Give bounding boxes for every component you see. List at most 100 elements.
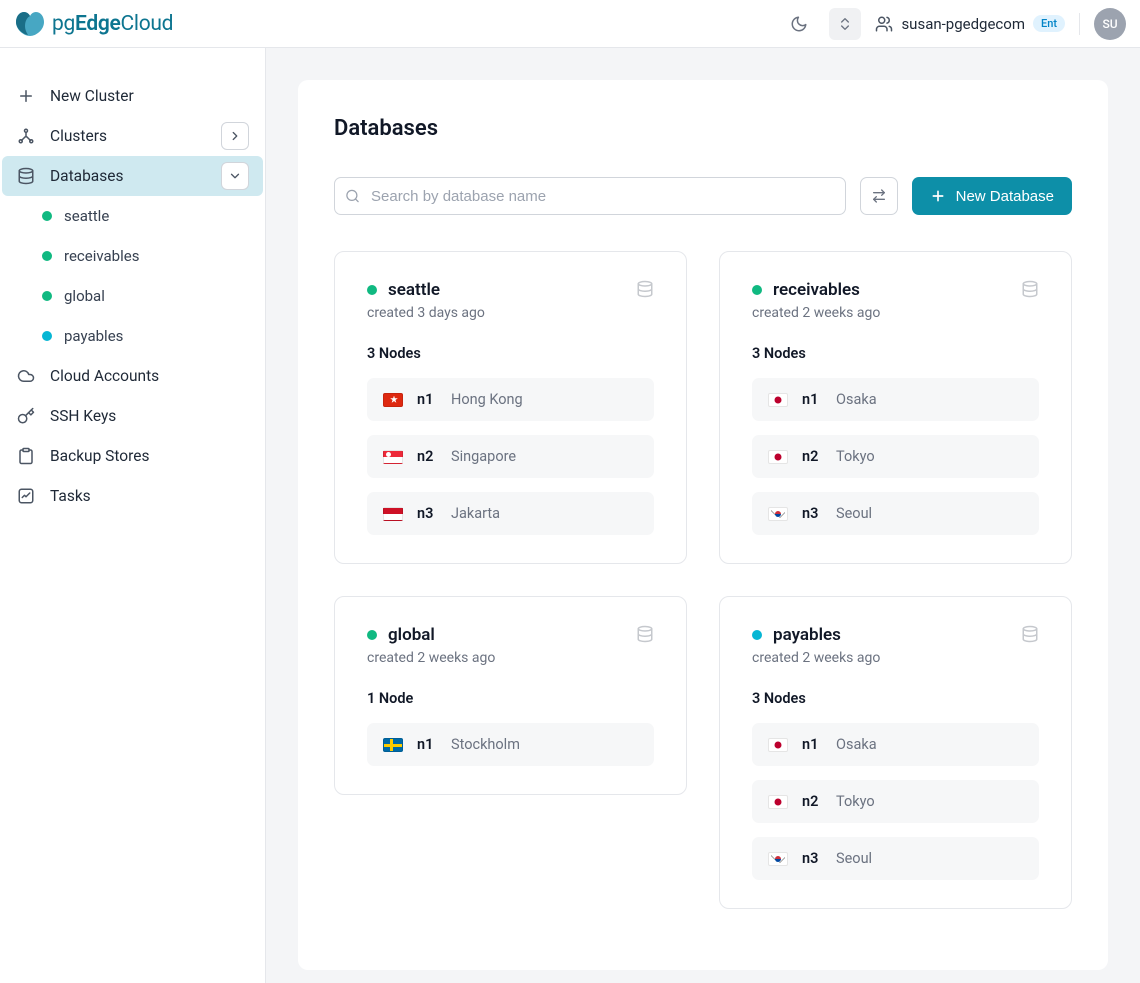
database-icon bbox=[636, 625, 654, 643]
org-switcher-button[interactable] bbox=[829, 8, 861, 40]
search-input[interactable] bbox=[334, 177, 846, 215]
database-card[interactable]: globalcreated 2 weeks ago1 Noden1Stockho… bbox=[334, 596, 687, 795]
database-name: receivables bbox=[773, 280, 860, 300]
sidebar-subitem-database[interactable]: global bbox=[28, 276, 265, 316]
database-icon bbox=[1021, 625, 1039, 643]
plan-badge: Ent bbox=[1033, 15, 1065, 32]
status-dot bbox=[752, 285, 762, 295]
logo-icon bbox=[14, 8, 46, 40]
sidebar-subitem-label: global bbox=[64, 287, 105, 305]
node-row[interactable]: n1Stockholm bbox=[367, 723, 654, 766]
user-menu[interactable]: susan-pgedgecom Ent bbox=[875, 15, 1065, 33]
status-dot bbox=[367, 630, 377, 640]
database-card-header: globalcreated 2 weeks ago bbox=[367, 625, 654, 666]
sidebar-item-ssh-keys[interactable]: SSH Keys bbox=[2, 396, 263, 436]
database-card[interactable]: receivablescreated 2 weeks ago3 Nodesn1O… bbox=[719, 251, 1072, 564]
node-row[interactable]: n3Jakarta bbox=[367, 492, 654, 535]
sidebar-item-backup-stores[interactable]: Backup Stores bbox=[2, 436, 263, 476]
divider bbox=[1079, 13, 1080, 35]
node-row[interactable]: n1 Hong Kong bbox=[367, 378, 654, 421]
database-card-header: seattlecreated 3 days ago bbox=[367, 280, 654, 321]
status-dot bbox=[42, 291, 52, 301]
node-row[interactable]: n3Seoul bbox=[752, 837, 1039, 880]
sidebar-item-label: Databases bbox=[50, 167, 207, 185]
database-card[interactable]: payablescreated 2 weeks ago 3 Nodes n1 Osak… bbox=[719, 596, 1072, 909]
sidebar-subitem-database[interactable]: receivables bbox=[28, 236, 265, 276]
node-location: Osaka bbox=[836, 391, 877, 408]
moon-icon bbox=[790, 15, 808, 33]
node-id: n1 bbox=[417, 736, 437, 753]
node-location: Seoul bbox=[836, 505, 872, 522]
sidebar-item-databases[interactable]: Databases bbox=[2, 156, 263, 196]
node-id: n3 bbox=[417, 505, 437, 522]
node-location: Hong Kong bbox=[451, 391, 523, 408]
node-row[interactable]: n1 Osaka bbox=[752, 378, 1039, 421]
flag-icon bbox=[768, 507, 788, 521]
nodes-count-label: 3 Nodes bbox=[752, 345, 1039, 362]
database-grid: seattlecreated 3 days ago 3 Nodes n1 Hong K… bbox=[334, 251, 1072, 909]
sidebar-item-label: SSH Keys bbox=[50, 407, 249, 425]
header-right: susan-pgedgecom Ent SU bbox=[783, 8, 1126, 40]
node-location: Seoul bbox=[836, 850, 872, 867]
database-card[interactable]: seattlecreated 3 days ago3 Nodesn1Hong K… bbox=[334, 251, 687, 564]
node-location: Tokyo bbox=[836, 793, 875, 810]
search-icon bbox=[345, 189, 360, 204]
key-icon bbox=[16, 406, 36, 426]
databases-panel: Databases New Database seattlecreated 3 … bbox=[298, 80, 1108, 970]
cluster-icon bbox=[16, 126, 36, 146]
node-id: n2 bbox=[802, 448, 822, 465]
database-card-header: payablescreated 2 weeks ago bbox=[752, 625, 1039, 666]
sidebar-subitem-label: receivables bbox=[64, 247, 139, 265]
sidebar-item-label: New Cluster bbox=[50, 87, 249, 105]
search-box bbox=[334, 177, 846, 215]
plus-icon bbox=[16, 86, 36, 106]
database-created: created 2 weeks ago bbox=[367, 650, 495, 666]
users-icon bbox=[875, 15, 893, 33]
sidebar-subitem-database[interactable]: payables bbox=[28, 316, 265, 356]
flag-icon bbox=[383, 393, 403, 407]
node-row[interactable]: n3Seoul bbox=[752, 492, 1039, 535]
database-icon bbox=[636, 280, 654, 298]
flag-icon bbox=[768, 795, 788, 809]
theme-toggle-button[interactable] bbox=[783, 8, 815, 40]
nodes-count-label: 3 Nodes bbox=[752, 690, 1039, 707]
node-location: Singapore bbox=[451, 448, 516, 465]
node-id: n1 bbox=[802, 736, 822, 753]
page-title: Databases bbox=[334, 116, 1072, 141]
logo[interactable]: pgEdgeCloud bbox=[14, 8, 173, 40]
sidebar-item-label: Tasks bbox=[50, 487, 249, 505]
chevron-down-icon bbox=[228, 169, 242, 183]
sidebar: New Cluster Clusters Databases seattle re… bbox=[0, 48, 266, 983]
backup-icon bbox=[16, 446, 36, 466]
node-row[interactable]: n2 Tokyo bbox=[752, 435, 1039, 478]
collapse-databases-button[interactable] bbox=[221, 162, 249, 190]
sort-icon bbox=[871, 188, 887, 204]
sidebar-item-clusters[interactable]: Clusters bbox=[2, 116, 263, 156]
node-location: Tokyo bbox=[836, 448, 875, 465]
node-id: n1 bbox=[802, 391, 822, 408]
node-location: Osaka bbox=[836, 736, 877, 753]
avatar[interactable]: SU bbox=[1094, 8, 1126, 40]
node-id: n2 bbox=[802, 793, 822, 810]
sidebar-item-new-cluster[interactable]: New Cluster bbox=[2, 76, 263, 116]
chevron-right-icon bbox=[228, 129, 242, 143]
node-row[interactable]: n1 Osaka bbox=[752, 723, 1039, 766]
tasks-icon bbox=[16, 486, 36, 506]
status-dot bbox=[42, 211, 52, 221]
node-row[interactable]: n2Singapore bbox=[367, 435, 654, 478]
sidebar-subitem-database[interactable]: seattle bbox=[28, 196, 265, 236]
expand-clusters-button[interactable] bbox=[221, 122, 249, 150]
status-dot bbox=[42, 251, 52, 261]
node-row[interactable]: n2 Tokyo bbox=[752, 780, 1039, 823]
database-icon bbox=[1021, 280, 1039, 298]
database-icon bbox=[16, 166, 36, 186]
flag-icon bbox=[768, 450, 788, 464]
new-database-button[interactable]: New Database bbox=[912, 177, 1072, 215]
user-name: susan-pgedgecom bbox=[901, 15, 1025, 33]
sort-button[interactable] bbox=[860, 177, 898, 215]
sidebar-item-cloud-accounts[interactable]: Cloud Accounts bbox=[2, 356, 263, 396]
sidebar-item-tasks[interactable]: Tasks bbox=[2, 476, 263, 516]
node-id: n1 bbox=[417, 391, 437, 408]
database-name: seattle bbox=[388, 280, 440, 300]
chevrons-up-down-icon bbox=[837, 16, 853, 32]
